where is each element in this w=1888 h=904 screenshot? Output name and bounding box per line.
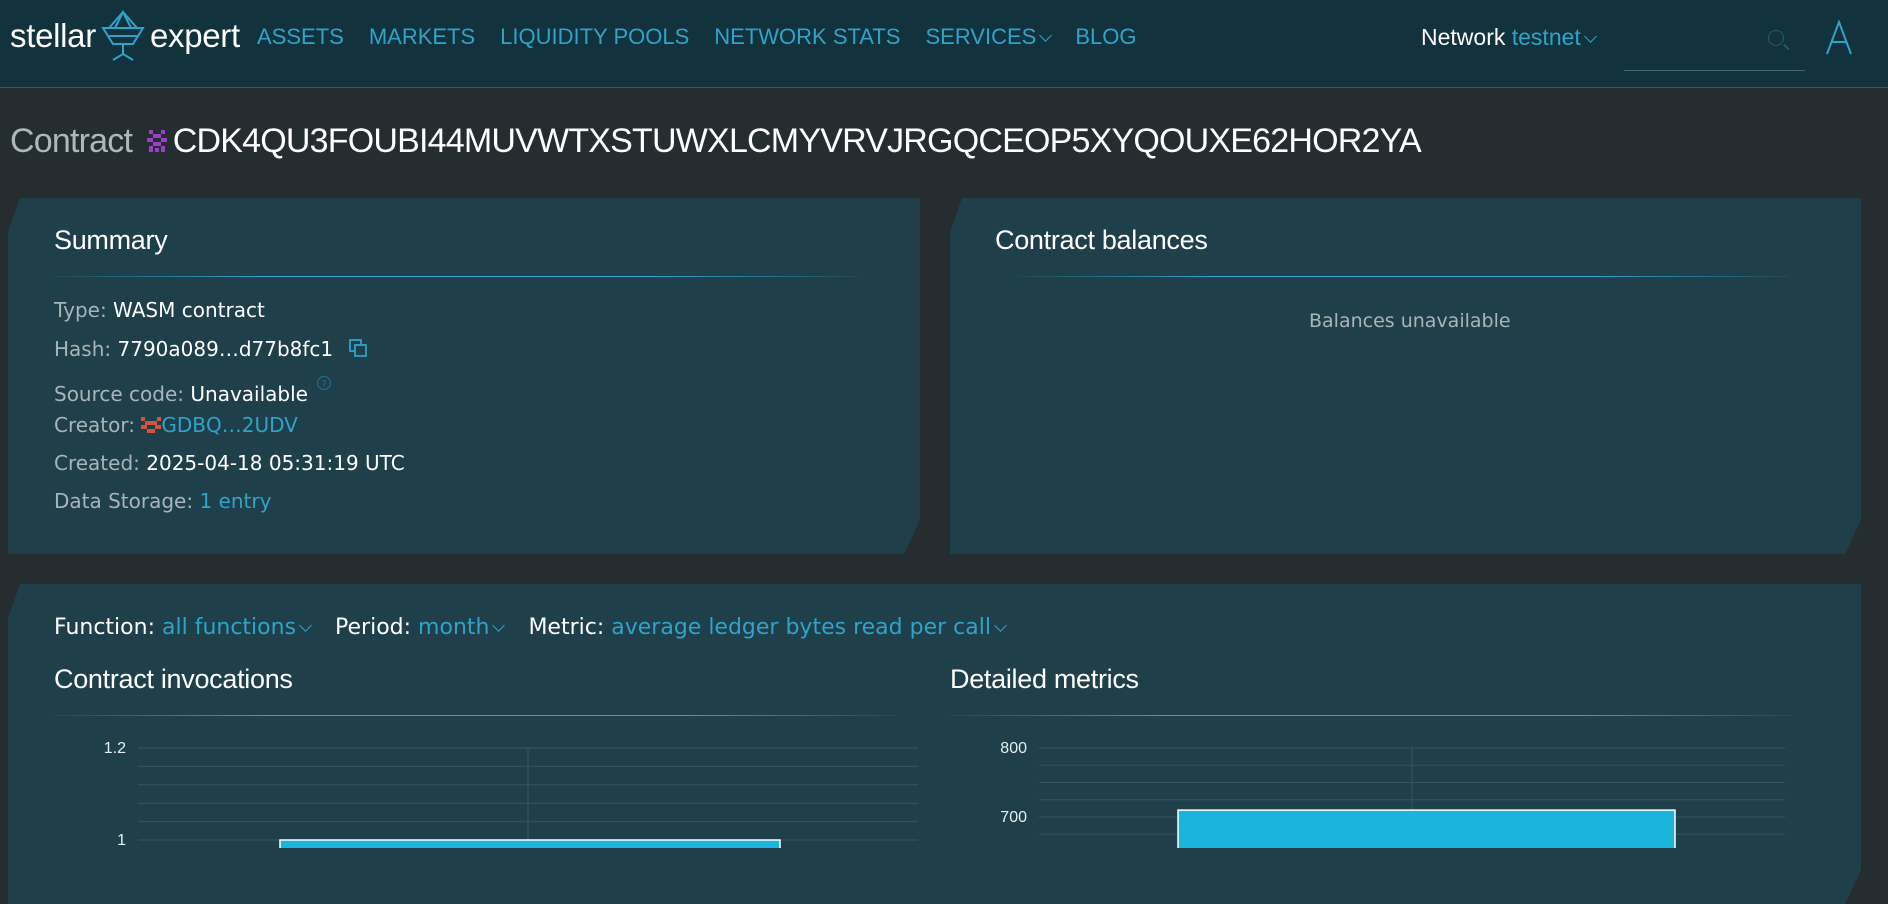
chevron-down-icon [1583,30,1597,43]
bar [1177,809,1676,848]
nav-markets[interactable]: MARKETS [369,24,475,50]
period-filter[interactable]: Period: month [335,615,506,640]
data-storage-link[interactable]: 1 entry [199,489,271,513]
y-tick-label: 800 [1000,740,1027,757]
metric-filter[interactable]: Metric: average ledger bytes read per ca… [528,615,1007,640]
network-selector[interactable]: Network testnet [1421,24,1597,51]
detailed-metrics-title: Detailed metrics [950,664,1139,694]
network-label: Network [1421,24,1506,50]
nav-services-label: SERVICES [925,24,1037,49]
summary-title: Summary [54,225,168,255]
created-label: Created: [54,451,140,475]
logo-text-left: stellar [10,17,96,54]
y-tick-label: 700 [1000,809,1027,826]
source-code-value: Unavailable [190,382,308,406]
main-nav: ASSETS MARKETS LIQUIDITY POOLS NETWORK S… [257,24,1161,50]
creator-link[interactable]: GDBQ…2UDV [161,413,297,437]
hash-label: Hash: [54,337,112,361]
nav-liquidity-pools[interactable]: LIQUIDITY POOLS [500,24,689,50]
data-storage-label: Data Storage: [54,489,194,513]
y-tick-label: 1.2 [104,740,126,757]
period-filter-label: Period: [335,615,412,640]
metric-filter-value: average ledger bytes read per call [611,615,991,640]
nav-blog[interactable]: BLOG [1075,24,1136,50]
contract-id: CDK4QU3FOUBI44MUVWTXSTUWXLCMYVRVJRGQCEOP… [172,122,1422,160]
balances-title: Contract balances [995,225,1208,255]
hash-value: 7790a089…d77b8fc1 [117,337,334,361]
page-title-label: Contract [10,122,133,160]
period-filter-value: month [418,615,490,640]
detailed-metrics-divider [950,715,1793,716]
type-label: Type: [54,298,107,322]
chevron-down-icon [299,619,312,632]
satellite-dish-icon [101,9,145,61]
account-identicon-icon [141,417,161,433]
balances-empty-text: Balances unavailable [1309,310,1511,332]
chevron-down-icon [994,619,1007,632]
chevron-down-icon [1039,29,1053,42]
network-value: testnet [1511,24,1581,50]
balances-divider [1018,276,1788,277]
summary-panel: Summary Type: WASM contract Hash: 7790a0… [8,198,920,554]
nav-assets[interactable]: ASSETS [257,24,344,50]
account-icon[interactable] [1824,20,1854,56]
nav-services[interactable]: SERVICES [925,24,1053,50]
top-navbar: stellar expert ASSETS MARKETS LIQUIDITY … [0,0,1888,88]
copy-icon[interactable] [348,338,368,358]
function-filter[interactable]: Function: all functions [54,615,312,640]
creator-row: Creator: GDBQ…2UDV [54,413,298,437]
summary-divider [54,276,859,277]
invocations-chart: 1.21 [104,740,918,848]
data-storage-row: Data Storage: 1 entry [54,489,271,513]
help-icon[interactable]: ? [316,375,332,391]
search-icon[interactable] [1768,30,1784,46]
creator-label: Creator: [54,413,135,437]
invocations-chart-title: Contract invocations [54,664,293,694]
chevron-down-icon [492,619,506,632]
svg-text:?: ? [322,379,327,390]
stellar-expert-logo[interactable]: stellar expert [10,6,240,66]
source-code-label: Source code: [54,382,185,406]
type-value: WASM contract [113,298,265,322]
contract-identicon-icon [146,130,167,153]
created-row: Created: 2025-04-18 05:31:19 UTC [54,451,405,475]
page-title: Contract CDK4QU3FOUBI44MUVWTXSTUWXLCMYVR… [10,122,1422,161]
y-tick-label: 1 [117,832,126,848]
invocations-divider [54,715,897,716]
contract-balances-panel: Contract balances Balances unavailable [950,198,1861,554]
stats-filters: Function: all functions Period: month Me… [54,615,1023,640]
created-value: 2025-04-18 05:31:19 UTC [146,451,405,475]
function-filter-value: all functions [162,615,297,640]
nav-network-stats[interactable]: NETWORK STATS [714,24,900,50]
hash-row: Hash: 7790a089…d77b8fc1 [54,337,368,361]
type-row: Type: WASM contract [54,298,265,322]
metric-filter-label: Metric: [528,615,605,640]
function-filter-label: Function: [54,615,155,640]
source-code-row: Source code: Unavailable ? [54,375,332,406]
bar [279,839,781,848]
logo-text-right: expert [149,17,240,54]
detailed-metrics-chart: 800 700 [1000,740,1785,848]
